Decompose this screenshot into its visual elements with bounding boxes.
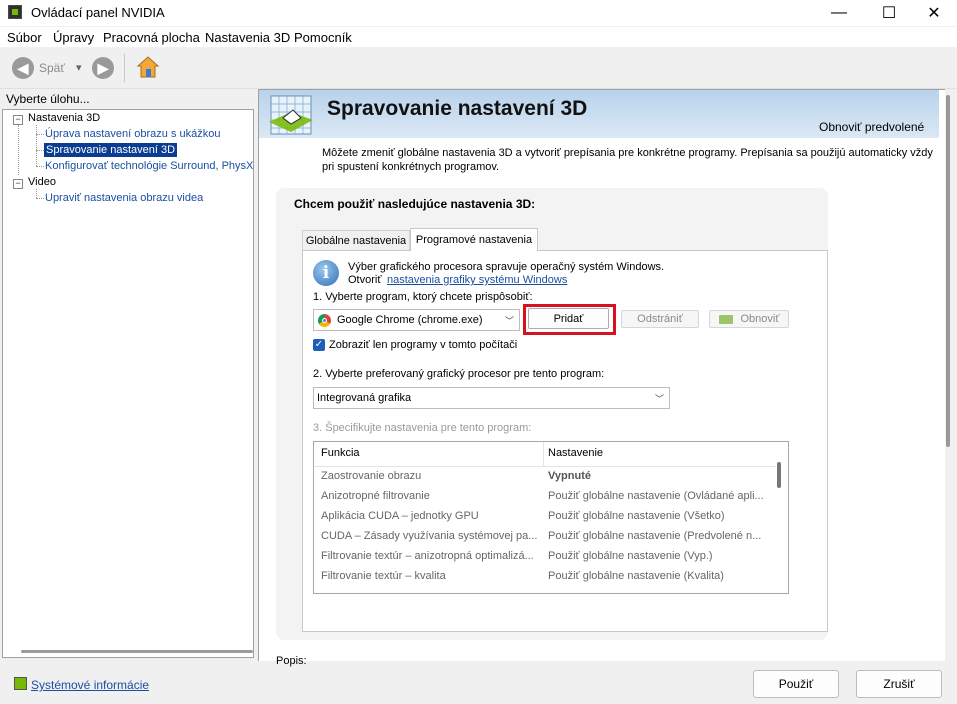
maximize-icon: ☐ [881, 5, 897, 22]
feature-cell: Filtrovanie textúr – anizotropná optimal… [321, 550, 534, 562]
tree-horizontal-scrollbar[interactable] [21, 650, 253, 653]
remove-program-button[interactable]: Odstrániť [621, 310, 699, 328]
system-info-icon [14, 677, 27, 690]
tab-program-settings[interactable]: Programové nastavenia [410, 228, 538, 251]
step3-label: 3. Špecifikujte nastavenia pre tento pro… [313, 422, 532, 434]
system-info-link[interactable]: Systémové informácie [31, 678, 149, 692]
menu-desktop[interactable]: Pracovná plocha [103, 30, 200, 45]
tree-item-video[interactable]: Video [28, 176, 56, 188]
column-header-feature[interactable]: Funkcia [321, 447, 360, 459]
highlight-box [523, 304, 616, 335]
setting-cell: Vypnuté [548, 470, 591, 482]
menu-help[interactable]: Pomocník [294, 30, 352, 45]
3d-settings-icon [263, 92, 319, 138]
table-row[interactable]: Filtrovanie textúr – anizotropná optimal… [314, 547, 776, 567]
tree-connector [36, 189, 37, 198]
page-title: Spravovanie nastavení 3D [327, 97, 588, 120]
setting-cell: Použiť globálne nastavenie (Predvolené n… [548, 530, 762, 542]
tree-item-video-image-settings[interactable]: Upraviť nastavenia obrazu videa [45, 192, 203, 204]
column-divider [543, 442, 544, 466]
tree-item-surround-physx[interactable]: Konfigurovať technológie Surround, PhysX [45, 160, 253, 172]
apply-button[interactable]: Použiť [753, 670, 839, 698]
show-local-programs-label: Zobraziť len programy v tomto počítači [329, 339, 518, 351]
forward-arrow-icon: ▶ [97, 59, 109, 76]
settings-table: Funkcia Nastavenie Zaostrovanie obrazu Vy… [313, 441, 789, 594]
setting-cell: Použiť globálne nastavenie (Vyp.) [548, 550, 713, 562]
group-title: Chcem použiť nasledujúce nastavenia 3D: [294, 197, 536, 211]
column-header-setting[interactable]: Nastavenie [548, 447, 603, 459]
menu-file[interactable]: Súbor [7, 30, 42, 45]
cancel-button[interactable]: Zrušiť [856, 670, 942, 698]
table-scrollbar[interactable] [777, 462, 781, 488]
nvidia-app-icon [8, 5, 22, 19]
page-description: Môžete zmeniť globálne nastavenia 3D a v… [322, 147, 933, 173]
home-button[interactable] [136, 55, 160, 79]
table-header: Funkcia Nastavenie [314, 442, 776, 467]
tree-connector [36, 134, 44, 135]
show-local-programs-checkbox[interactable]: ✓ [313, 339, 325, 351]
maximize-button[interactable]: ☐ [866, 0, 912, 26]
chrome-icon [318, 313, 331, 327]
nvidia-logo-icon [718, 314, 733, 324]
chevron-down-icon: ﹀ [654, 394, 664, 404]
info-text: Výber grafického procesora spravuje oper… [348, 261, 665, 273]
table-row[interactable]: CUDA – Zásady využívania systémovej pa..… [314, 527, 776, 547]
tree-connector [18, 125, 19, 175]
step1-label: 1. Vyberte program, ktorý chcete prispôs… [313, 291, 533, 303]
program-select-value: Google Chrome (chrome.exe) [337, 314, 483, 326]
program-select[interactable]: Google Chrome (chrome.exe) ﹀ [313, 309, 520, 331]
step2-label: 2. Vyberte preferovaný grafický procesor… [313, 368, 605, 380]
feature-cell: Filtrovanie textúr – kvalita [321, 570, 446, 582]
tree-connector [36, 150, 44, 151]
minimize-icon: — [831, 4, 847, 21]
table-row[interactable]: Anizotropné filtrovanie Použiť globálne n… [314, 487, 776, 507]
home-icon [136, 56, 160, 78]
tree-connector [36, 166, 44, 167]
history-dropdown-icon[interactable]: ▾ [76, 61, 82, 74]
task-tree: − Nastavenia 3D Úprava nastavení obrazu … [2, 109, 254, 658]
task-label: Vyberte úlohu... [6, 92, 90, 106]
close-icon: ✕ [927, 5, 941, 22]
back-button[interactable]: ◀ [12, 57, 34, 79]
back-arrow-icon: ◀ [17, 59, 29, 76]
feature-cell: Aplikácia CUDA – jednotky GPU [321, 510, 479, 522]
tab-global-settings[interactable]: Globálne nastavenia [302, 230, 410, 250]
content-scrollbar[interactable] [946, 95, 950, 447]
chevron-down-icon: ﹀ [504, 316, 514, 326]
setting-cell: Použiť globálne nastavenie (Kvalita) [548, 570, 724, 582]
tree-connector [36, 125, 37, 166]
forward-button[interactable]: ▶ [92, 57, 114, 79]
tree-item-manage-3d-settings[interactable]: Spravovanie nastavení 3D [44, 143, 178, 157]
table-row[interactable]: Filtrovanie textúr – kvalita Použiť globá… [314, 567, 776, 587]
gpu-select-value: Integrovaná grafika [317, 392, 412, 404]
minimize-button[interactable]: — [816, 0, 862, 26]
description-label: Popis: [276, 655, 307, 667]
menu-3d-settings[interactable]: Nastavenia 3D [205, 30, 290, 45]
tree-item-image-settings-preview[interactable]: Úprava nastavení obrazu s ukážkou [45, 128, 221, 140]
setting-cell: Použiť globálne nastavenie (Všetko) [548, 510, 725, 522]
tree-connector [36, 198, 44, 199]
feature-cell: CUDA – Zásady využívania systémovej pa..… [321, 530, 537, 542]
close-button[interactable]: ✕ [911, 0, 957, 26]
info-open-label: Otvoriť [348, 274, 382, 286]
tree-item-3d-settings[interactable]: Nastavenia 3D [28, 112, 100, 124]
table-row[interactable]: Aplikácia CUDA – jednotky GPU Použiť glob… [314, 507, 776, 527]
gpu-select[interactable]: Integrovaná grafika ﹀ [313, 387, 670, 409]
feature-cell: Zaostrovanie obrazu [321, 470, 422, 482]
toolbar-divider [124, 54, 125, 82]
restore-defaults-link[interactable]: Obnoviť predvolené [819, 120, 924, 134]
menu-edit[interactable]: Úpravy [53, 30, 94, 45]
info-icon: i [313, 260, 339, 286]
back-label: Späť [39, 61, 65, 75]
restore-program-button[interactable]: Obnoviť [709, 310, 789, 328]
table-row[interactable]: Zaostrovanie obrazu Vypnuté [314, 467, 776, 487]
collapse-icon[interactable]: − [13, 179, 23, 189]
window-title: Ovládací panel NVIDIA [31, 5, 165, 20]
feature-cell: Anizotropné filtrovanie [321, 490, 430, 502]
collapse-icon[interactable]: − [13, 115, 23, 125]
restore-program-label: Obnoviť [740, 313, 780, 325]
setting-cell: Použiť globálne nastavenie (Ovládané apl… [548, 490, 764, 502]
windows-graphics-settings-link[interactable]: nastavenia grafiky systému Windows [387, 274, 567, 286]
